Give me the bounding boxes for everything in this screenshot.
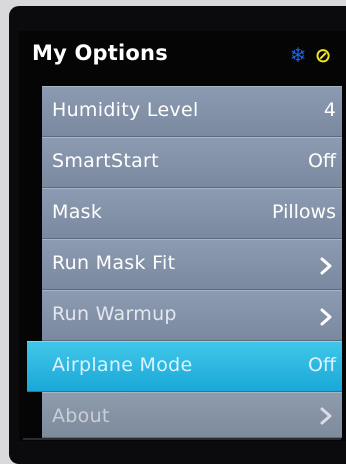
- page-title: My Options: [32, 41, 168, 65]
- menu-item-label: Humidity Level: [52, 99, 199, 121]
- menu-item-label: Run Mask Fit: [52, 252, 176, 274]
- menu-item-value: Off: [307, 150, 336, 172]
- menu-item-label: Run Warmup: [52, 303, 177, 325]
- chevron-right-icon: [320, 407, 332, 425]
- chevron-right-icon: [320, 257, 332, 275]
- no-sign-icon: ⊘: [314, 43, 332, 67]
- snowflake-icon: ❄: [289, 43, 307, 67]
- menu-item-value: 4: [323, 99, 336, 121]
- menu-item-value: Off: [307, 354, 336, 376]
- menu-item-label: About: [52, 405, 110, 427]
- menu-item-label: Mask: [52, 201, 103, 223]
- menu-item-value: Pillows: [272, 201, 336, 223]
- screen-header: My Options ❄ ⊘: [19, 31, 346, 78]
- menu-item-label: SmartStart: [52, 150, 159, 172]
- menu-item-run-mask-fit[interactable]: Run Mask Fit: [42, 239, 342, 290]
- menu-item-about[interactable]: About: [42, 392, 342, 438]
- menu-item-humidity-level[interactable]: Humidity Level 4: [42, 86, 342, 137]
- menu-item-run-warmup[interactable]: Run Warmup: [42, 290, 342, 341]
- device-bezel: My Options ❄ ⊘ Humidity Level 4 SmartSta…: [9, 6, 346, 464]
- menu-item-mask[interactable]: Mask Pillows: [42, 188, 342, 239]
- chevron-right-icon: [320, 308, 332, 326]
- menu-item-smartstart[interactable]: SmartStart Off: [42, 137, 342, 188]
- menu-item-label: Airplane Mode: [52, 354, 193, 376]
- device-screen: My Options ❄ ⊘ Humidity Level 4 SmartSta…: [19, 31, 346, 441]
- menu-item-airplane-mode[interactable]: Airplane Mode Off: [27, 341, 342, 392]
- bezel-divider: [23, 438, 341, 440]
